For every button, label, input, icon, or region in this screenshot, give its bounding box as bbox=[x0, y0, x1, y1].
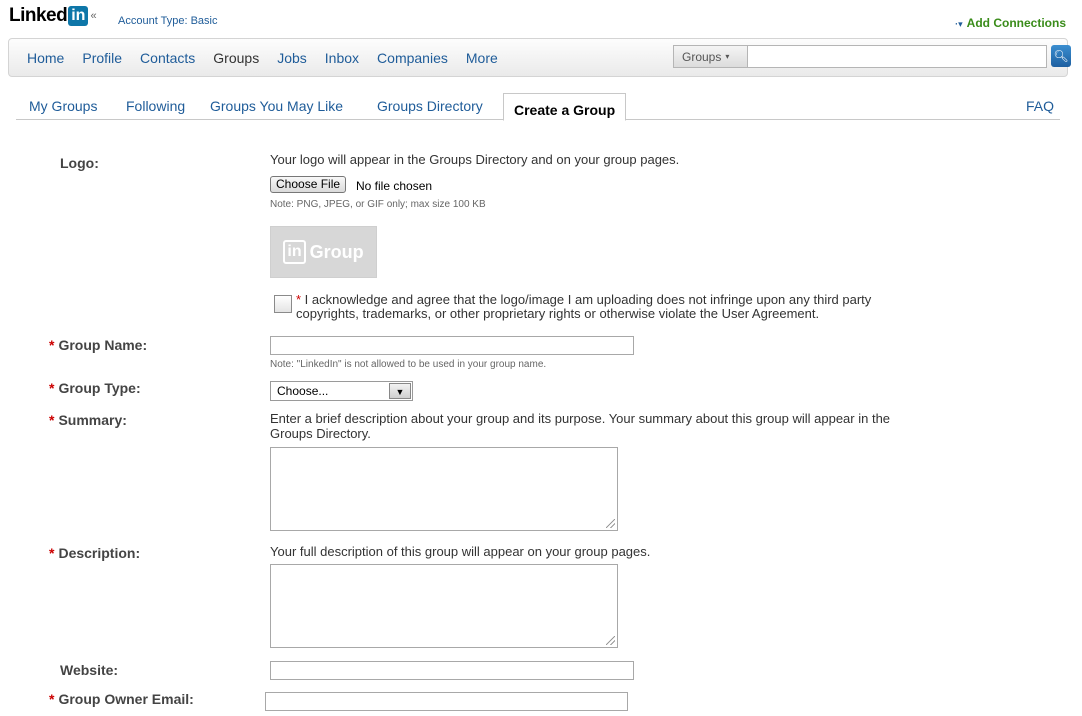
group-type-value: Choose... bbox=[277, 384, 329, 398]
chevron-left-icon: « bbox=[90, 10, 97, 22]
dropdown-triangle-icon: ·▾ bbox=[955, 19, 963, 29]
tab-following[interactable]: Following bbox=[126, 98, 185, 114]
summary-label: * Summary: bbox=[49, 412, 127, 428]
nav-items: Home Profile Contacts Groups Jobs Inbox … bbox=[27, 50, 516, 66]
nav-profile[interactable]: Profile bbox=[82, 50, 122, 66]
tab-groups-you-may-like[interactable]: Groups You May Like bbox=[210, 98, 343, 114]
dropdown-arrow-icon: ▼ bbox=[389, 383, 411, 399]
nav-groups[interactable]: Groups bbox=[213, 50, 259, 66]
acknowledge-line-1: I acknowledge and agree that the logo/im… bbox=[304, 292, 872, 307]
group-type-select[interactable]: Choose... ▼ bbox=[270, 381, 413, 401]
logo-note: Note: PNG, JPEG, or GIF only; max size 1… bbox=[270, 199, 486, 210]
summary-help-line-2: Groups Directory. bbox=[270, 426, 371, 441]
in-logo-icon: in bbox=[283, 240, 306, 264]
owner-email-label: * Group Owner Email: bbox=[49, 691, 194, 707]
summary-textarea[interactable] bbox=[270, 447, 618, 531]
description-label-text: Description: bbox=[58, 545, 141, 561]
summary-label-text: Summary: bbox=[58, 412, 127, 428]
group-name-label: * Group Name: bbox=[49, 337, 148, 353]
website-input[interactable] bbox=[270, 661, 634, 680]
description-label: * Description: bbox=[49, 545, 141, 561]
search-scope-dropdown[interactable]: Groups ▾ bbox=[674, 46, 748, 67]
group-name-label-text: Group Name: bbox=[58, 337, 148, 353]
nav-contacts[interactable]: Contacts bbox=[140, 50, 195, 66]
add-connections-link[interactable]: ·▾ Add Connections bbox=[955, 16, 1066, 30]
no-file-text: No file chosen bbox=[356, 179, 433, 193]
logo-help: Your logo will appear in the Groups Dire… bbox=[270, 152, 680, 167]
resize-grip-icon[interactable] bbox=[606, 636, 615, 645]
linkedin-logo[interactable]: Linked in « bbox=[9, 5, 97, 27]
group-type-label-text: Group Type: bbox=[58, 380, 141, 396]
group-logo-placeholder: in Group bbox=[270, 226, 377, 278]
logo-word: Linked bbox=[9, 5, 68, 26]
search-button[interactable]: 🔍︎ bbox=[1051, 45, 1071, 67]
description-textarea[interactable] bbox=[270, 564, 618, 648]
resize-grip-icon[interactable] bbox=[606, 519, 615, 528]
nav-more[interactable]: More bbox=[466, 50, 498, 66]
acknowledge-text: * I acknowledge and agree that the logo/… bbox=[296, 293, 871, 321]
nav-home[interactable]: Home bbox=[27, 50, 64, 66]
owner-email-input[interactable] bbox=[265, 692, 628, 711]
summary-help: Enter a brief description about your gro… bbox=[270, 411, 1030, 441]
group-logo-text: Group bbox=[309, 241, 364, 262]
tab-groups-directory[interactable]: Groups Directory bbox=[377, 98, 483, 114]
website-label: Website: bbox=[60, 662, 119, 678]
nav-jobs[interactable]: Jobs bbox=[277, 50, 307, 66]
logo-in-badge: in bbox=[68, 6, 89, 26]
caret-down-icon: ▾ bbox=[725, 52, 730, 61]
search-icon: 🔍︎ bbox=[1053, 49, 1069, 63]
main-nav: Home Profile Contacts Groups Jobs Inbox … bbox=[8, 38, 1071, 77]
search-scope-label: Groups bbox=[682, 49, 722, 64]
logo-label: Logo: bbox=[60, 155, 99, 171]
nav-companies[interactable]: Companies bbox=[377, 50, 448, 66]
required-asterisk: * bbox=[296, 292, 305, 307]
owner-email-label-text: Group Owner Email: bbox=[58, 691, 194, 707]
groups-subtabs: My Groups Following Groups You May Like … bbox=[16, 93, 1060, 121]
tab-my-groups[interactable]: My Groups bbox=[29, 98, 97, 114]
search-input[interactable] bbox=[748, 46, 1046, 67]
acknowledge-checkbox[interactable] bbox=[274, 295, 292, 313]
description-help: Your full description of this group will… bbox=[270, 544, 651, 559]
add-connections-label: Add Connections bbox=[966, 16, 1066, 30]
choose-file-button[interactable]: Choose File bbox=[270, 176, 347, 193]
search-box: Groups ▾ bbox=[673, 45, 1047, 68]
faq-link[interactable]: FAQ bbox=[1026, 98, 1054, 114]
account-type-link[interactable]: Account Type: Basic bbox=[118, 15, 217, 27]
tab-create-a-group[interactable]: Create a Group bbox=[503, 93, 627, 121]
group-name-note: Note: "LinkedIn" is not allowed to be us… bbox=[270, 359, 547, 370]
acknowledge-line-2: copyrights, trademarks, or other proprie… bbox=[296, 306, 820, 321]
group-type-label: * Group Type: bbox=[49, 380, 141, 396]
summary-help-line-1: Enter a brief description about your gro… bbox=[270, 411, 891, 426]
nav-inbox[interactable]: Inbox bbox=[325, 50, 359, 66]
group-name-input[interactable] bbox=[270, 336, 634, 355]
